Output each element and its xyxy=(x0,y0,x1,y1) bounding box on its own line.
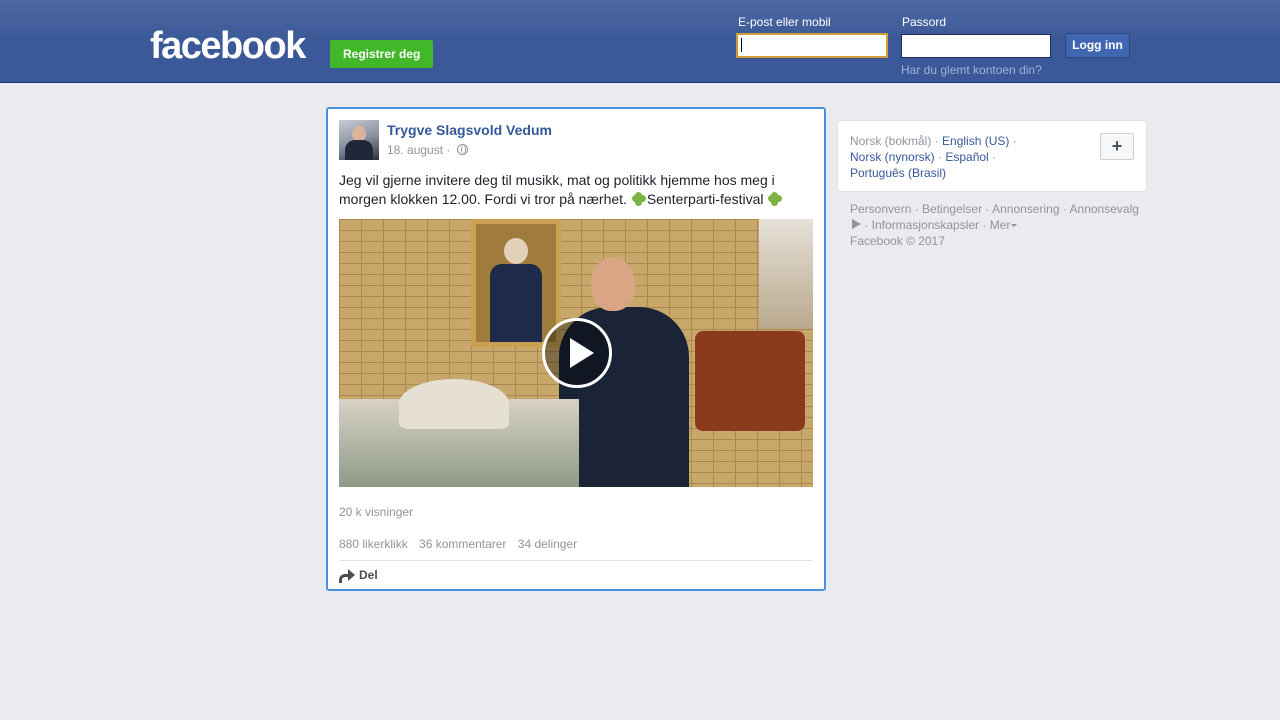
video-person-head xyxy=(591,257,635,311)
language-box: Norsk (bokmål) · English (US) · Norsk (n… xyxy=(837,120,1147,192)
text-caret xyxy=(741,38,742,52)
post-text: Jeg vil gjerne invitere deg til musikk, … xyxy=(339,171,809,209)
current-language: Norsk (bokmål) xyxy=(850,134,932,148)
top-bar: facebook Registrer deg E-post eller mobi… xyxy=(0,0,1280,83)
footer-privacy[interactable]: Personvern xyxy=(850,202,911,216)
footer-advertising[interactable]: Annonsering xyxy=(992,202,1059,216)
email-field[interactable] xyxy=(736,33,888,58)
divider xyxy=(339,560,813,561)
language-portuguese[interactable]: Português (Brasil) xyxy=(850,166,946,180)
footer-cookies[interactable]: Informasjonskapsler xyxy=(872,218,979,232)
forgot-account-link[interactable]: Har du glemt kontoen din? xyxy=(901,63,1042,77)
avatar[interactable] xyxy=(339,120,379,160)
share-label: Del xyxy=(359,568,378,582)
language-english[interactable]: English (US) xyxy=(942,134,1009,148)
video-player[interactable] xyxy=(339,219,813,487)
video-portrait xyxy=(471,219,561,347)
video-poster xyxy=(759,219,813,329)
share-icon xyxy=(339,568,355,583)
email-label: E-post eller mobil xyxy=(738,15,831,29)
post-meta: 18. august · xyxy=(387,143,468,157)
password-field[interactable] xyxy=(901,34,1051,58)
footer-ad-choices[interactable]: Annonsevalg xyxy=(1070,202,1139,216)
facebook-logo[interactable]: facebook xyxy=(150,26,306,66)
register-button[interactable]: Registrer deg xyxy=(330,40,434,68)
like-count[interactable]: 880 likerklikk xyxy=(339,537,408,551)
comment-count[interactable]: 36 kommentarer xyxy=(419,537,506,551)
post-card: Trygve Slagsvold Vedum 18. august · Jeg … xyxy=(326,107,826,591)
view-count: 20 k visninger xyxy=(339,505,414,519)
language-links: Norsk (bokmål) · English (US) · Norsk (n… xyxy=(850,134,1017,180)
post-stats: 880 likerklikk 36 kommentarer 34 delinge… xyxy=(339,537,585,551)
footer-links: Personvern · Betingelser · Annonsering ·… xyxy=(850,202,1139,248)
add-language-button[interactable]: + xyxy=(1100,133,1134,160)
language-spanish[interactable]: Español xyxy=(945,150,988,164)
play-icon[interactable] xyxy=(542,318,612,388)
language-nynorsk[interactable]: Norsk (nynorsk) xyxy=(850,150,935,164)
video-chairs xyxy=(695,331,805,431)
password-label: Passord xyxy=(902,15,947,29)
chevron-down-icon[interactable] xyxy=(1011,224,1018,227)
share-count[interactable]: 34 delinger xyxy=(518,537,577,551)
post-author[interactable]: Trygve Slagsvold Vedum xyxy=(387,122,552,138)
clover-icon xyxy=(631,192,646,206)
clover-icon xyxy=(768,192,783,206)
footer-more[interactable]: Mer xyxy=(990,218,1011,232)
share-button[interactable]: Del xyxy=(339,568,378,583)
post-date[interactable]: 18. august · xyxy=(387,143,450,157)
footer-copyright: Facebook © 2017 xyxy=(850,234,945,248)
ad-choices-icon xyxy=(852,219,861,229)
video-model xyxy=(339,379,579,487)
globe-icon xyxy=(456,144,468,155)
footer-terms[interactable]: Betingelser xyxy=(922,202,982,216)
login-button[interactable]: Logg inn xyxy=(1065,33,1130,58)
post-hashtag-text: Senterparti-festival xyxy=(646,191,764,207)
